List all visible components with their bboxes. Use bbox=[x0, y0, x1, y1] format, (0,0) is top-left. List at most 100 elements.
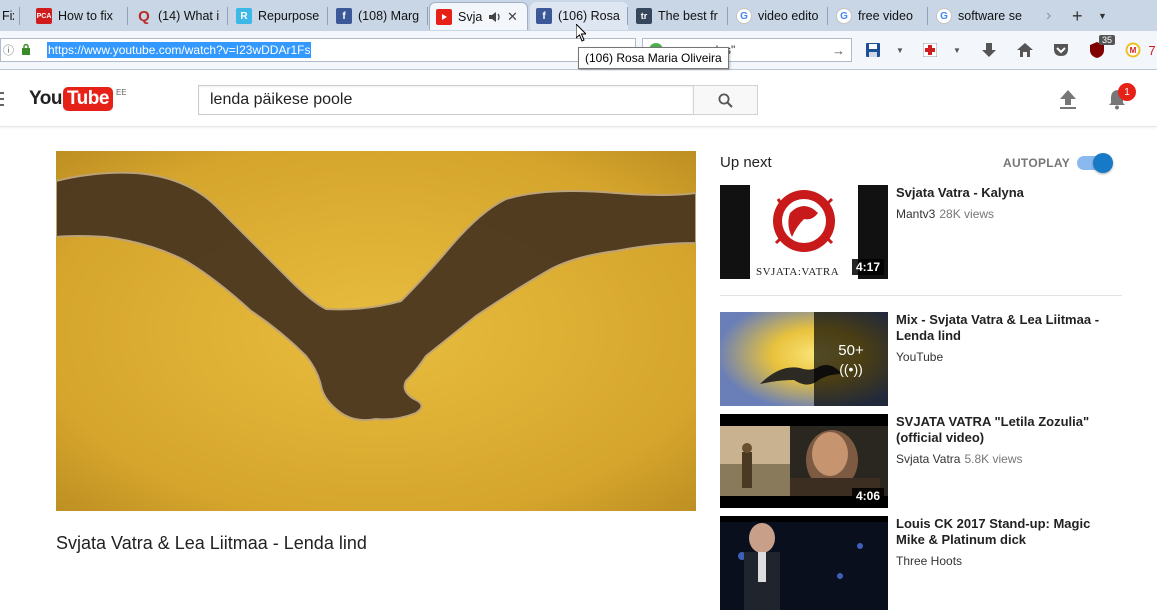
tab-tooltip: (106) Rosa Maria Oliveira bbox=[578, 47, 729, 69]
channel-name[interactable]: Svjata Vatra bbox=[896, 452, 960, 466]
upload-icon[interactable] bbox=[1058, 88, 1078, 110]
tab-google-video-editor[interactable]: G video edito bbox=[730, 2, 828, 30]
notification-count-badge: 1 bbox=[1118, 83, 1136, 101]
tab-audio-speaker-icon[interactable] bbox=[488, 11, 504, 23]
youtube-search-button[interactable] bbox=[693, 85, 758, 115]
info-icon[interactable]: ⓘ bbox=[3, 42, 17, 58]
tab-label: Fix bbox=[2, 9, 14, 23]
gmail-m-icon[interactable]: M bbox=[1123, 40, 1143, 60]
google-favicon-icon: G bbox=[936, 8, 952, 24]
url-bar[interactable]: ⓘ https://www.youtube.com/watch?v=I23wDD… bbox=[0, 38, 636, 62]
youtube-search-input[interactable]: lenda päikese poole bbox=[198, 85, 694, 115]
tab-google-software[interactable]: G software se bbox=[930, 2, 1028, 30]
logo-you-text: You bbox=[29, 88, 62, 109]
tab-label: The best fr bbox=[658, 9, 718, 23]
tab-fix[interactable]: Fix bbox=[0, 2, 20, 30]
recommendation-item-mix[interactable]: 50+ ((•)) Mix - Svjata Vatra & Lea Liitm… bbox=[720, 312, 1122, 406]
tab-repurpose[interactable]: R Repurpose bbox=[230, 2, 328, 30]
video-title: Svjata Vatra & Lea Liitmaa - Lenda lind bbox=[56, 533, 367, 553]
view-count: 5.8K views bbox=[964, 452, 1023, 466]
tab-facebook-108[interactable]: f (108) Marg bbox=[330, 2, 428, 30]
save-dropdown-chevron-icon[interactable]: ▼ bbox=[890, 40, 910, 60]
recommendation-meta: YouTube bbox=[896, 350, 943, 364]
video-player[interactable] bbox=[56, 151, 696, 511]
recommendation-meta: Mantv3 28K views bbox=[896, 207, 994, 221]
recommendation-meta: Svjata Vatra 5.8K views bbox=[896, 452, 1023, 466]
thumb-text: SVJATA:VATRA bbox=[756, 266, 839, 278]
video-thumbnail[interactable]: SVJATA:VATRA 4:17 bbox=[720, 185, 888, 279]
recommendation-item[interactable]: Louis CK 2017 Stand-up: Magic Mike & Pla… bbox=[720, 516, 1122, 610]
tab-label: (108) Marg bbox=[358, 9, 420, 23]
svg-text:M: M bbox=[1130, 46, 1137, 55]
facebook-favicon-icon: f bbox=[536, 8, 552, 24]
recommendation-title[interactable]: Louis CK 2017 Stand-up: Magic Mike & Pla… bbox=[896, 516, 1116, 548]
louis-ck-thumbnail-image bbox=[720, 516, 888, 610]
new-tab-plus-icon[interactable]: + bbox=[1066, 2, 1088, 30]
tab-list-chevron-down-icon[interactable]: ▼ bbox=[1092, 2, 1112, 30]
video-thumbnail[interactable]: 50+ ((•)) bbox=[720, 312, 888, 406]
tab-label: Svja bbox=[458, 9, 483, 24]
download-arrow-icon[interactable] bbox=[979, 40, 999, 60]
recommendation-title[interactable]: Mix - Svjata Vatra & Lea Liitmaa - Lenda… bbox=[896, 312, 1116, 344]
tab-quora[interactable]: Q (14) What i bbox=[130, 2, 228, 30]
recommendation-title[interactable]: Svjata Vatra - Kalyna bbox=[896, 185, 1116, 201]
channel-name[interactable]: Mantv3 bbox=[896, 207, 935, 221]
up-next-heading: Up next bbox=[720, 154, 772, 171]
home-icon[interactable] bbox=[1015, 40, 1035, 60]
tab-close-icon[interactable]: ✕ bbox=[507, 9, 521, 25]
recommendation-meta: Three Hoots bbox=[896, 554, 962, 568]
video-thumbnail[interactable] bbox=[720, 516, 888, 610]
mix-count: 50+ bbox=[838, 341, 864, 359]
tab-google-free-video[interactable]: G free video bbox=[830, 2, 928, 30]
first-aid-dropdown-chevron-icon[interactable]: ▼ bbox=[947, 40, 967, 60]
mix-overlay: 50+ ((•)) bbox=[814, 312, 888, 406]
tab-label: video edito bbox=[758, 9, 819, 23]
up-next-divider bbox=[720, 295, 1122, 296]
view-count: 28K views bbox=[939, 207, 995, 221]
tab-label: software se bbox=[958, 9, 1022, 23]
url-text[interactable]: https://www.youtube.com/watch?v=I23wDDAr… bbox=[47, 42, 312, 58]
tab-label: free video bbox=[858, 9, 913, 23]
tab-scroll-right-icon[interactable]: › bbox=[1040, 2, 1064, 30]
ublock-count-badge: 35 bbox=[1098, 35, 1115, 45]
pca-favicon-icon: PCA bbox=[36, 8, 52, 24]
autoplay-toggle[interactable] bbox=[1077, 153, 1115, 173]
lock-icon[interactable] bbox=[21, 43, 35, 58]
search-icon bbox=[718, 93, 733, 108]
video-thumbnail[interactable]: 4:06 bbox=[720, 414, 888, 508]
duration-badge: 4:17 bbox=[851, 259, 884, 275]
tab-label: (106) Rosa bbox=[558, 9, 620, 23]
google-favicon-icon: G bbox=[836, 8, 852, 24]
ublock-shield-icon[interactable]: 35 bbox=[1087, 35, 1115, 60]
youtube-logo[interactable]: You Tube EE bbox=[29, 87, 127, 111]
recommendation-title[interactable]: SVJATA VATRA "Letila Zozulia" (official … bbox=[896, 414, 1116, 446]
repurpose-favicon-icon: R bbox=[236, 8, 252, 24]
tab-the-best[interactable]: tr The best fr bbox=[630, 2, 728, 30]
radio-broadcast-icon: ((•)) bbox=[839, 360, 863, 377]
tab-youtube-active[interactable]: Svja ✕ bbox=[429, 2, 528, 30]
guide-menu-icon[interactable] bbox=[0, 92, 4, 106]
facebook-favicon-icon: f bbox=[336, 8, 352, 24]
tab-how-to-fix[interactable]: PCA How to fix bbox=[30, 2, 128, 30]
logo-tube-text: Tube bbox=[62, 87, 113, 111]
tr-favicon-icon: tr bbox=[636, 8, 652, 24]
tab-label: Repurpose bbox=[258, 9, 320, 23]
autoplay-toggle-knob bbox=[1093, 153, 1113, 173]
first-aid-icon[interactable] bbox=[920, 40, 940, 60]
pocket-icon[interactable] bbox=[1051, 40, 1071, 60]
youtube-favicon-icon bbox=[436, 8, 452, 25]
quora-favicon-icon: Q bbox=[138, 7, 150, 25]
recommendation-item[interactable]: SVJATA:VATRA 4:17 Svjata Vatra - Kalyna … bbox=[720, 185, 1122, 279]
video-frame-bird-image bbox=[56, 151, 696, 511]
recommendation-item[interactable]: 4:06 SVJATA VATRA "Letila Zozulia" (offi… bbox=[720, 414, 1122, 508]
mouse-cursor-icon bbox=[576, 24, 586, 42]
extension-count[interactable]: 7 bbox=[1146, 40, 1157, 60]
google-favicon-icon: G bbox=[736, 8, 752, 24]
save-floppy-icon[interactable] bbox=[863, 40, 883, 60]
duration-badge: 4:06 bbox=[851, 488, 884, 504]
tab-label: How to fix bbox=[58, 9, 113, 23]
search-go-arrow-icon[interactable]: → bbox=[832, 43, 845, 58]
channel-name[interactable]: YouTube bbox=[896, 350, 943, 364]
channel-name[interactable]: Three Hoots bbox=[896, 554, 962, 568]
tab-label: (14) What i bbox=[158, 9, 220, 23]
